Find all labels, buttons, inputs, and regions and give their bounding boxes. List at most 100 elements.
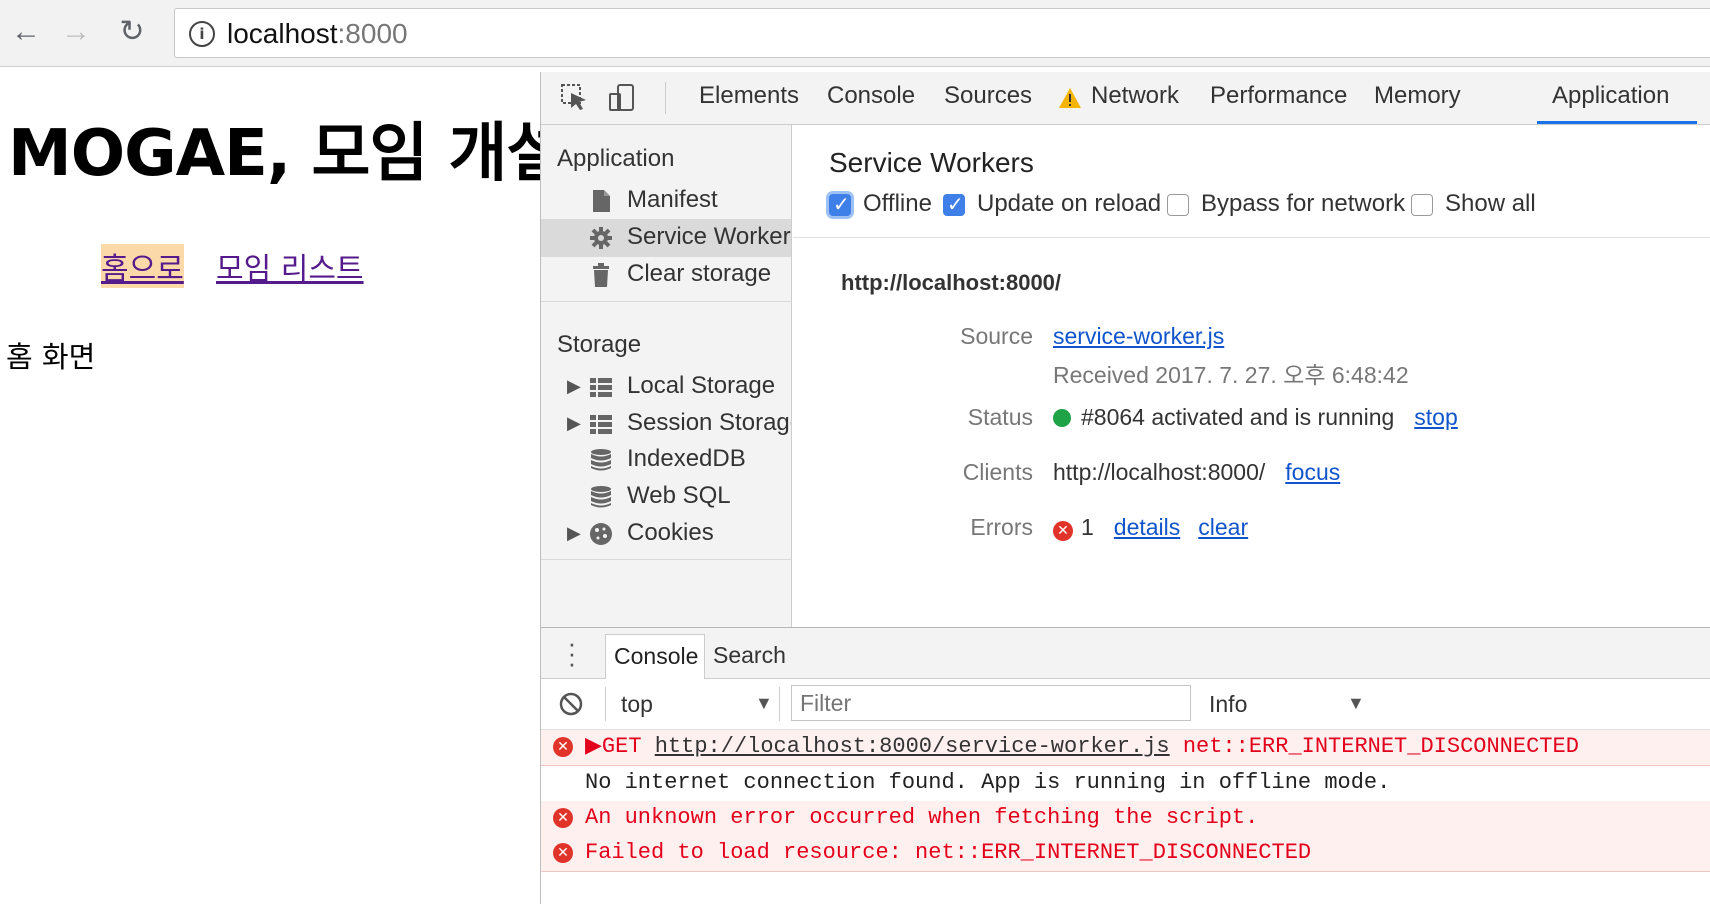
worker-origin: http://localhost:8000/ [841,270,1062,295]
stop-link[interactable]: stop [1414,404,1457,430]
warning-icon [1059,88,1081,108]
trash-icon [593,263,609,287]
toolbar-separator [779,687,780,721]
clear-errors-link[interactable]: clear [1198,514,1248,540]
tab-elements[interactable]: Elements [699,82,799,110]
active-tab-indicator [1537,121,1697,124]
tab-console[interactable]: Console [827,82,915,110]
database-icon [591,486,611,508]
clients-label: Clients [962,459,1033,485]
tab-sources[interactable]: Sources [944,82,1032,110]
message-link[interactable]: http://localhost:8000/service-worker.js [655,734,1170,759]
page-body-text: 홈 화면 [6,340,96,374]
checkbox-box[interactable] [829,192,851,216]
checkbox-label: Offline [863,190,932,217]
info-icon[interactable]: i [189,21,215,47]
error-icon: ✕ [1053,521,1073,541]
filter-input[interactable] [791,685,1191,721]
checkbox-label: Bypass for network [1201,190,1406,217]
pane-divider [793,237,1710,238]
sidebar-item-label: Service Workers [627,223,792,250]
console-message: ✕ An unknown error occurred when fetchin… [541,801,1710,837]
console-message-text: ▶GET http://localhost:8000/service-worke… [585,730,1579,764]
sidebar-item-indexeddb[interactable]: IndexedDB [541,441,791,479]
chevron-down-icon[interactable]: ▼ [755,693,773,714]
expand-triangle-icon[interactable]: ▶ [567,523,581,544]
inspect-element-icon[interactable] [559,82,589,112]
tabbar-separator [665,82,666,114]
details-link[interactable]: details [1114,514,1180,540]
log-level-selector[interactable]: Info [1209,691,1247,718]
reload-icon[interactable]: ↻ [114,14,150,50]
clients-url: http://localhost:8000/ [1053,459,1266,485]
sidebar-item-web-sql[interactable]: Web SQL [541,478,791,516]
chevron-down-icon[interactable]: ▼ [1347,693,1365,714]
checkbox-box[interactable] [1411,194,1433,216]
nav-link-meeting-list[interactable]: 모임 리스트 [216,244,364,288]
address-bar[interactable]: i localhost:8000 [174,8,1710,58]
devtools-panel: Elements Console Sources Network Perform… [540,72,1710,905]
sidebar-item-clear-storage[interactable]: Clear storage [541,256,791,294]
sidebar-divider [541,559,791,560]
drawer-tabbar: · · · Console Search [541,628,1710,679]
tab-performance[interactable]: Performance [1210,82,1347,110]
source-file-link[interactable]: service-worker.js [1053,323,1224,349]
table-grid-icon [590,378,612,397]
console-drawer: ··· Console Search top ▼ Info ▼ ✕ ▶GET h… [541,627,1710,905]
sidebar-item-label: Clear storage [627,260,772,287]
sidebar-item-label: Manifest [627,186,718,213]
table-grid-icon [590,415,612,434]
context-selector[interactable]: top [621,691,653,718]
tab-memory[interactable]: Memory [1374,82,1461,110]
sidebar-item-local-storage[interactable]: ▶ Local Storage [541,368,791,406]
sidebar-item-label: Session Storage [627,409,792,436]
console-toolbar: top ▼ Info ▼ [541,679,1710,730]
status-label: Status [967,404,1033,430]
errors-row: ✕ 1 details clear [1053,514,1248,541]
message-suffix: net::ERR_INTERNET_DISCONNECTED [1169,734,1579,759]
sidebar-item-manifest[interactable]: Manifest [541,182,791,220]
checkbox-label: Update on reload [977,190,1162,217]
sidebar-item-cookies[interactable]: ▶ Cookies [541,515,791,553]
clear-console-icon[interactable] [559,692,583,716]
received-timestamp: Received 2017. 7. 27. 오후 6:48:42 [1053,362,1409,388]
address-url[interactable]: localhost:8000 [227,18,408,50]
errors-count: 1 [1081,514,1094,540]
expand-triangle-icon[interactable]: ▶ [567,376,581,397]
sidebar-item-label: Local Storage [627,372,776,399]
checkbox-box[interactable] [1167,194,1189,216]
sidebar-item-label: Web SQL [627,482,731,509]
expand-triangle-icon[interactable]: ▶ [567,413,581,434]
drawer-tab-console[interactable]: Console [605,634,705,679]
url-port: :8000 [337,18,408,49]
sidebar-item-session-storage[interactable]: ▶ Session Storage [541,405,791,443]
console-message-text: An unknown error occurred when fetching … [585,805,1259,830]
cookie-icon [590,523,612,545]
sidebar-item-label: IndexedDB [627,445,746,472]
checkbox-label: Show all [1445,190,1536,217]
back-arrow-icon[interactable]: ← [8,14,44,50]
nav-link-home[interactable]: 홈으로 [101,244,184,288]
tab-application[interactable]: Application [1552,82,1669,110]
more-options-icon[interactable]: · · · [567,630,577,676]
console-message-text: No internet connection found. App is run… [585,770,1391,795]
devtools-tabbar: Elements Console Sources Network Perform… [541,72,1710,125]
focus-link[interactable]: focus [1285,459,1340,485]
drawer-tab-search[interactable]: Search [713,642,786,669]
device-toolbar-icon[interactable] [607,82,637,112]
error-icon: ✕ [553,843,573,863]
tab-network[interactable]: Network [1091,82,1179,110]
sidebar-item-service-workers[interactable]: Service Workers [541,219,791,257]
service-workers-pane: Service Workers Offline Update on reload… [793,125,1710,627]
sidebar-heading-storage: Storage [557,331,642,358]
clients-row: http://localhost:8000/focus [1053,459,1340,486]
errors-label: Errors [970,514,1033,540]
toolbar-separator [605,687,606,721]
console-message: ✕ Failed to load resource: net::ERR_INTE… [541,836,1710,872]
database-icon [591,449,611,471]
message-prefix[interactable]: ▶GET [585,734,655,759]
checkbox-box[interactable] [943,192,965,216]
forward-arrow-icon[interactable]: → [58,14,94,50]
url-host: localhost [227,18,338,49]
status-text: #8064 activated and is running [1081,404,1395,430]
